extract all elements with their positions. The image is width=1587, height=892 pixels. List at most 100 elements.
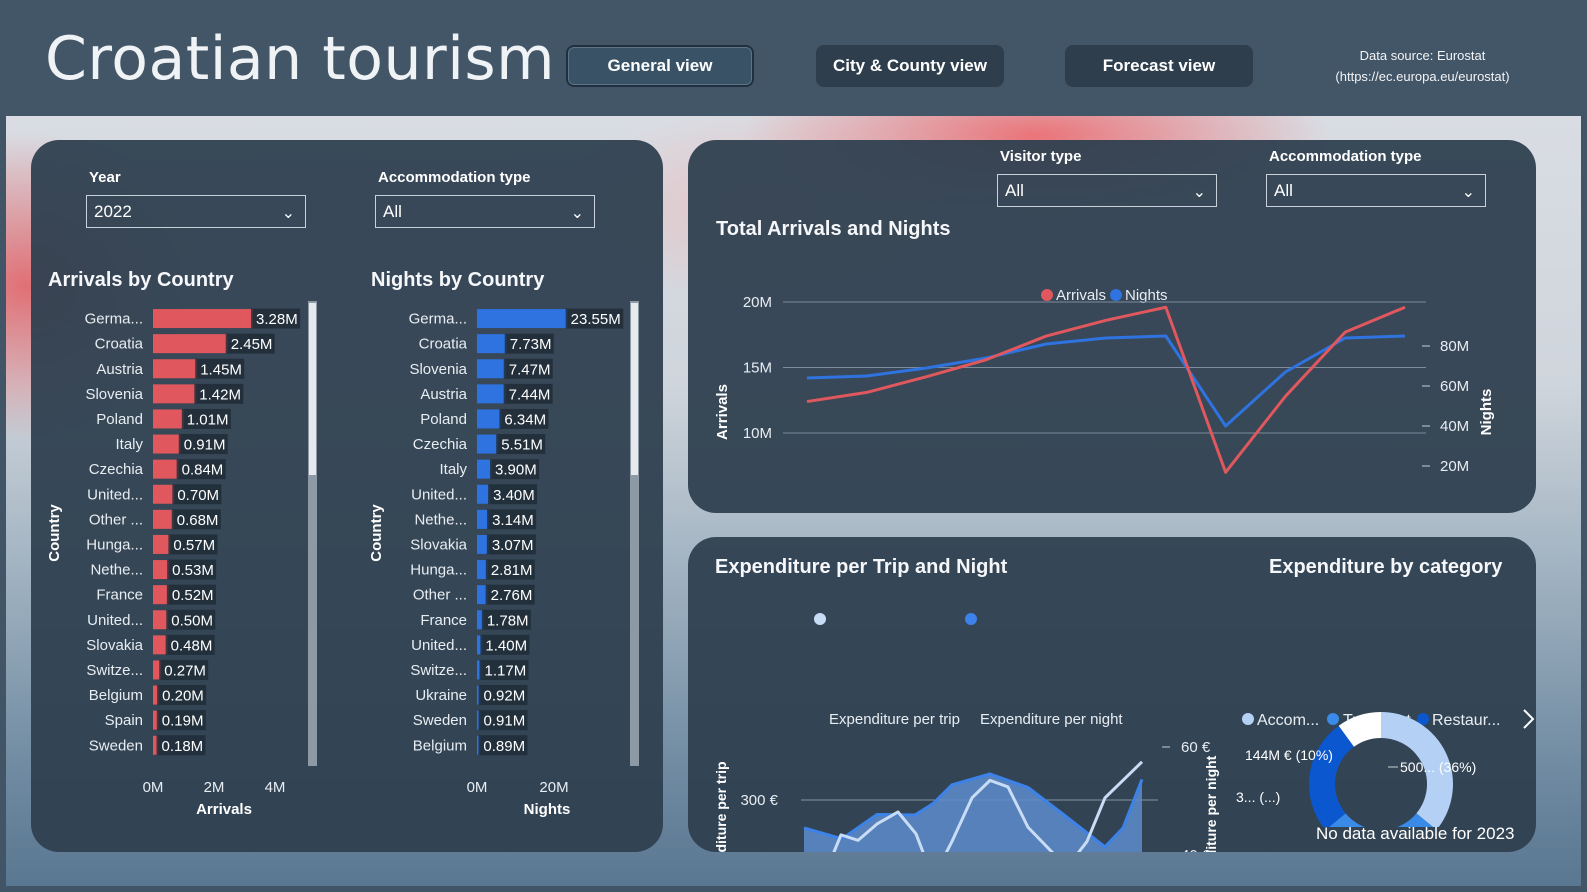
arrivals-nights-panel: Visitor type All ⌄ Accommodation type Al… bbox=[688, 140, 1536, 513]
nights-by-country-chart: Germa... 23.55M Croatia 7.73M Slovenia 7.47M A… bbox=[368, 301, 639, 818]
visitor-type-label: Visitor type bbox=[1000, 148, 1082, 165]
category-label: United... bbox=[411, 637, 467, 654]
slice-label: 500... (36%) bbox=[1400, 759, 1476, 775]
chevron-down-icon: ⌄ bbox=[1461, 184, 1475, 201]
data-source-line1: Data source: Eurostat bbox=[1359, 48, 1486, 63]
data-label: 0.18M bbox=[161, 738, 203, 755]
data-label: 1.40M bbox=[485, 637, 527, 654]
chevron-down-icon: ⌄ bbox=[1192, 184, 1206, 201]
data-label: 0.84M bbox=[182, 462, 224, 479]
category-label: Hunga... bbox=[86, 536, 143, 553]
category-label: Poland bbox=[420, 411, 467, 428]
legend-nights-label: Nights bbox=[1125, 287, 1168, 304]
y2-axis-label: Nights bbox=[1478, 389, 1495, 436]
bar bbox=[153, 434, 181, 454]
data-source-link[interactable]: (https://ec.europa.eu/eurostat) bbox=[1320, 66, 1525, 87]
data-label: 1.42M bbox=[199, 386, 241, 403]
data-label: 0.68M bbox=[177, 512, 219, 529]
country-panel: Year 2022 ⌄ Accommodation type All ⌄ Arr… bbox=[31, 140, 663, 852]
data-label: 0.52M bbox=[172, 587, 214, 604]
data-label: 0.20M bbox=[162, 688, 204, 705]
nights-by-country-title: Nights by Country bbox=[371, 269, 545, 291]
data-label: 23.55M bbox=[571, 311, 621, 328]
x-axis-label: Arrivals bbox=[196, 801, 252, 818]
category-label: Nethe... bbox=[90, 562, 143, 579]
category-label: United... bbox=[87, 612, 143, 629]
year-dropdown-value: 2022 bbox=[94, 202, 132, 221]
category-label: Poland bbox=[96, 411, 143, 428]
accommodation-dropdown-right[interactable]: All ⌄ bbox=[1266, 174, 1486, 207]
bar bbox=[153, 534, 171, 554]
nav-general-view-button[interactable]: General view bbox=[566, 45, 754, 87]
total-arrivals-nights-chart: Arrivals Nights 20M 15M 10M 80M 60M 40M 20M Arriv… bbox=[714, 287, 1495, 475]
bar bbox=[477, 334, 507, 354]
category-label: Slovenia bbox=[85, 386, 143, 403]
bar bbox=[477, 459, 493, 479]
year-dropdown[interactable]: 2022 ⌄ bbox=[86, 195, 306, 228]
category-label: France bbox=[420, 612, 467, 629]
data-label: 3.40M bbox=[493, 487, 535, 504]
data-label: 0.57M bbox=[173, 537, 215, 554]
data-label: 2.81M bbox=[491, 562, 533, 579]
y-axis-label: Expenditure per trip bbox=[713, 761, 729, 852]
category-label: Italy bbox=[439, 461, 467, 478]
data-label: 1.45M bbox=[200, 361, 242, 378]
category-label: Austria bbox=[96, 361, 143, 378]
category-label: Other ... bbox=[89, 511, 143, 528]
data-label: 1.01M bbox=[187, 411, 229, 428]
category-label: Hunga... bbox=[410, 562, 467, 579]
header-bar: Croatian tourism General view City & Cou… bbox=[0, 0, 1587, 116]
data-label: 2.76M bbox=[491, 587, 533, 604]
data-label: 0.70M bbox=[177, 487, 219, 504]
bar bbox=[153, 359, 198, 379]
visitor-type-dropdown[interactable]: All ⌄ bbox=[997, 174, 1217, 207]
legend-dot bbox=[1327, 713, 1339, 725]
slice-label: 3... (...) bbox=[1236, 789, 1280, 805]
category-label: Sweden bbox=[413, 712, 467, 729]
data-label: 5.51M bbox=[501, 437, 543, 454]
bar bbox=[477, 409, 502, 429]
arrivals-by-country-chart: Germa... 3.28M Croatia 2.45M Austria 1.45M Slo… bbox=[46, 301, 317, 818]
y2-tick-label: 80M bbox=[1440, 338, 1469, 355]
bar bbox=[153, 635, 168, 655]
expenditure-by-category-chart: Accom...TransportRestaur...500... (36%)3… bbox=[1236, 709, 1535, 827]
data-label: 0.91M bbox=[184, 437, 226, 454]
nav-forecast-view-button[interactable]: Forecast view bbox=[1065, 45, 1253, 87]
data-label: 3.28M bbox=[256, 311, 298, 328]
expenditure-trip-night-title: Expenditure per Trip and Night bbox=[715, 556, 1008, 578]
nav-city-county-view-button[interactable]: City & County view bbox=[816, 45, 1004, 87]
y-axis-label: Country bbox=[46, 504, 63, 562]
bar bbox=[153, 610, 169, 630]
category-label: Switze... bbox=[86, 662, 143, 679]
visitor-type-value: All bbox=[1005, 181, 1024, 200]
category-label: Other ... bbox=[413, 587, 467, 604]
data-label: 0.53M bbox=[172, 562, 214, 579]
y2-tick-label: 40M bbox=[1440, 418, 1469, 435]
category-label: France bbox=[96, 587, 143, 604]
chevron-down-icon: ⌄ bbox=[570, 205, 584, 222]
x-tick-label: 20M bbox=[539, 779, 568, 796]
accommodation-dropdown-left[interactable]: All ⌄ bbox=[375, 195, 595, 228]
expenditure-by-category-title: Expenditure by category bbox=[1269, 556, 1503, 578]
y-tick-label: 15M bbox=[743, 360, 772, 377]
data-label: 0.48M bbox=[171, 637, 213, 654]
legend-dot bbox=[1242, 713, 1254, 725]
category-label: Sweden bbox=[89, 737, 143, 754]
donut-slice bbox=[1309, 725, 1354, 827]
total-arrivals-nights-title: Total Arrivals and Nights bbox=[716, 218, 951, 240]
expenditure-trip-night-chart: Expenditure per trip Expenditure per nigh… bbox=[713, 613, 1219, 852]
series-line-nights bbox=[806, 334, 1406, 428]
data-label: 0.27M bbox=[164, 662, 206, 679]
category-label: Germa... bbox=[409, 311, 467, 328]
category-label: Nethe... bbox=[414, 511, 467, 528]
y-tick-label: 10M bbox=[743, 425, 772, 442]
y-tick-label: 20M bbox=[743, 294, 772, 311]
bar bbox=[153, 560, 170, 580]
category-label: Croatia bbox=[95, 336, 144, 353]
y-tick-label: 300 € bbox=[740, 792, 778, 809]
bar bbox=[153, 585, 169, 605]
bar bbox=[477, 384, 506, 404]
category-label: Slovakia bbox=[410, 536, 467, 553]
category-label: Ukraine bbox=[415, 687, 467, 704]
category-label: Germa... bbox=[85, 311, 143, 328]
